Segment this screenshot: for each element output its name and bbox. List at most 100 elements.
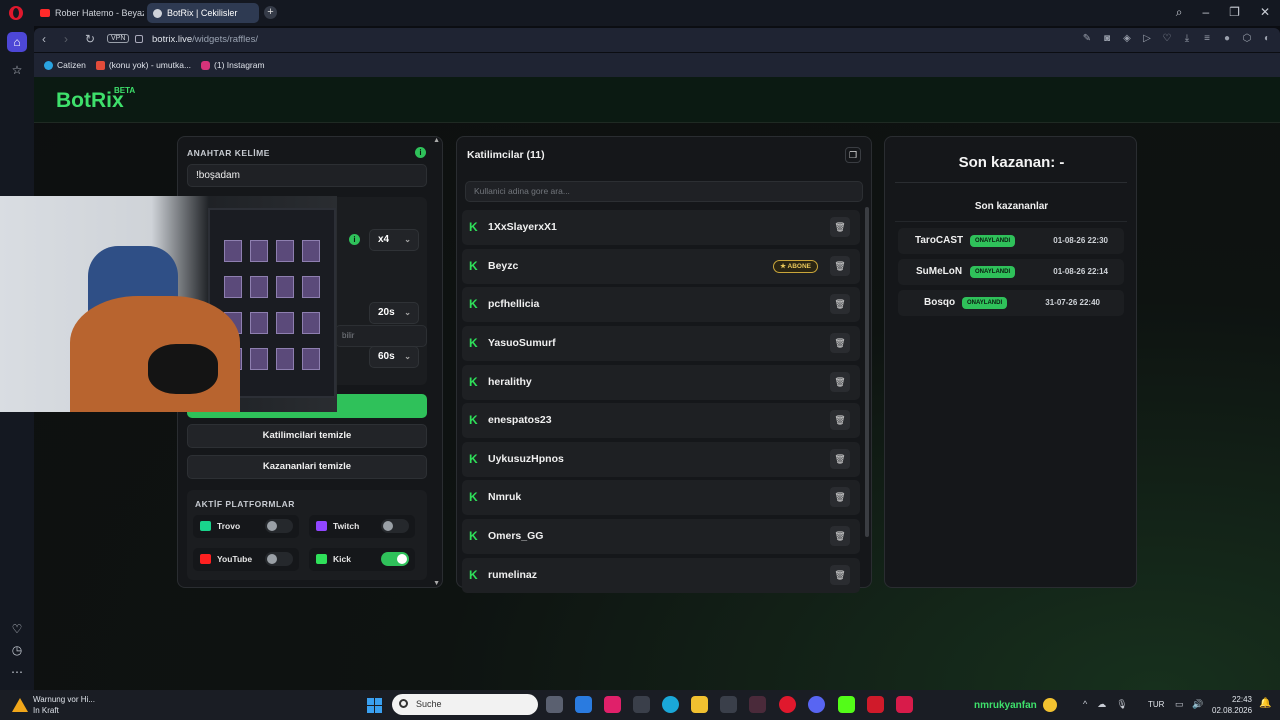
explorer-icon[interactable] bbox=[691, 696, 708, 713]
tab-youtube[interactable]: Rober Hatemo - Beyaz bbox=[34, 3, 144, 23]
editor-icon[interactable] bbox=[749, 696, 766, 713]
home-icon[interactable]: ⌂ bbox=[7, 32, 27, 52]
kick-icon: K bbox=[469, 529, 478, 543]
winner-name: SuMeLoN bbox=[916, 266, 963, 277]
trash-icon[interactable]: 🗑 bbox=[830, 565, 850, 585]
kick-icon: K bbox=[469, 568, 478, 582]
play-icon[interactable]: ▷ bbox=[1142, 33, 1152, 44]
opera-logo-icon[interactable] bbox=[9, 6, 23, 20]
shield-icon[interactable]: ◈ bbox=[1122, 33, 1132, 44]
copy-icon[interactable]: ❐ bbox=[845, 147, 861, 163]
trash-icon[interactable]: 🗑 bbox=[830, 526, 850, 546]
new-tab-button[interactable]: + bbox=[264, 6, 277, 19]
trash-icon[interactable]: 🗑 bbox=[830, 333, 850, 353]
trash-icon[interactable]: 🗑 bbox=[830, 294, 850, 314]
clear-participants-button[interactable]: Katilimcilari temizle bbox=[187, 424, 427, 448]
network-icon[interactable]: ☁ bbox=[1097, 699, 1106, 710]
app-icon[interactable] bbox=[720, 696, 737, 713]
option-input[interactable]: bilir bbox=[335, 325, 427, 347]
chevron-up-icon[interactable]: ^ bbox=[1083, 699, 1087, 710]
forward-icon[interactable]: › bbox=[64, 32, 68, 46]
trash-icon[interactable]: 🗑 bbox=[830, 256, 850, 276]
volume-icon[interactable]: 🔊 bbox=[1192, 699, 1203, 710]
extensions-icon[interactable]: ⬡ bbox=[1242, 33, 1252, 44]
clear-winners-button[interactable]: Kazananlari temizle bbox=[187, 455, 427, 479]
scroll-up-icon[interactable]: ▲ bbox=[433, 137, 440, 144]
menu-icon[interactable]: ≡ bbox=[1202, 33, 1212, 44]
bookmark-instagram[interactable]: (1) Instagram bbox=[201, 60, 265, 70]
participant-name: Omers_GG bbox=[488, 530, 544, 542]
display-icon[interactable]: ▭ bbox=[1175, 699, 1184, 710]
edge-icon[interactable] bbox=[662, 696, 679, 713]
platform-kick: Kick bbox=[309, 548, 415, 571]
trash-icon[interactable]: 🗑 bbox=[830, 410, 850, 430]
taskbar: Warnung vor Hi... In Kraft Suche nmrukya… bbox=[0, 690, 1280, 720]
windows-start-icon[interactable] bbox=[367, 698, 382, 713]
participants-scrollbar[interactable] bbox=[865, 207, 869, 537]
info-icon[interactable]: i bbox=[415, 147, 426, 158]
warning-icon[interactable] bbox=[12, 698, 28, 712]
bookmark-catizen[interactable]: Catizen bbox=[44, 60, 86, 70]
heart-icon[interactable]: ♡ bbox=[1162, 33, 1172, 44]
twitch-toggle[interactable] bbox=[381, 519, 409, 533]
restore-icon[interactable]: ❐ bbox=[1229, 5, 1240, 20]
trash-icon[interactable]: 🗑 bbox=[830, 449, 850, 469]
bookmark-gmail[interactable]: (konu yok) - umutka... bbox=[95, 60, 191, 70]
microphone-icon[interactable]: 🎙 bbox=[1116, 699, 1127, 710]
download-icon[interactable]: ⤓ bbox=[1182, 33, 1192, 44]
store-icon[interactable] bbox=[633, 696, 650, 713]
trovo-toggle[interactable] bbox=[265, 519, 293, 533]
youtube-toggle[interactable] bbox=[265, 552, 293, 566]
outlook-icon[interactable] bbox=[575, 696, 592, 713]
trash-icon[interactable]: 🗑 bbox=[830, 372, 850, 392]
minimize-icon[interactable]: – bbox=[1202, 5, 1209, 20]
profile-icon[interactable]: ● bbox=[1222, 33, 1232, 44]
bookmark-app-icon[interactable] bbox=[896, 696, 913, 713]
info-icon[interactable]: i bbox=[349, 234, 360, 245]
ai-icon[interactable]: ◐ bbox=[1262, 33, 1272, 44]
chevron-down-icon: ⌄ bbox=[404, 308, 411, 317]
list-item: K 1XxSlayerxX1 🗑 bbox=[462, 210, 860, 245]
taskbar-search-input[interactable]: Suche bbox=[392, 694, 538, 715]
winner-row: Bosqo ONAYLANDI 31-07-26 22:40 bbox=[898, 290, 1124, 316]
keyword-input[interactable]: !boşadam bbox=[187, 164, 427, 187]
kick-icon[interactable] bbox=[838, 696, 855, 713]
time: 22:43 bbox=[1231, 695, 1252, 704]
timer-select-2[interactable]: 60s ⌄ bbox=[369, 346, 419, 368]
participant-name: heralithy bbox=[488, 376, 532, 388]
search-icon[interactable]: ⌕ bbox=[1176, 5, 1183, 20]
tab-botrix[interactable]: BotRix | Cekilisler bbox=[147, 3, 259, 23]
scroll-down-icon[interactable]: ▼ bbox=[433, 580, 440, 587]
opera-icon[interactable] bbox=[779, 696, 796, 713]
edit-icon[interactable]: ✎ bbox=[1082, 33, 1092, 44]
kick-icon: K bbox=[469, 259, 478, 273]
url-field[interactable]: botrix.live/widgets/raffles/ bbox=[152, 34, 258, 45]
discord-icon[interactable] bbox=[808, 696, 825, 713]
more-icon[interactable]: ⋯ bbox=[7, 662, 27, 682]
history-icon[interactable]: ◷ bbox=[7, 640, 27, 660]
notification-icon[interactable]: 🔔 bbox=[1259, 698, 1271, 709]
participant-name: YasuoSumurf bbox=[488, 337, 556, 349]
back-icon[interactable]: ‹ bbox=[42, 32, 46, 46]
kick-toggle[interactable] bbox=[381, 552, 409, 566]
star-icon[interactable]: ☆ bbox=[7, 60, 27, 80]
multiplier-select[interactable]: x4 ⌄ bbox=[369, 229, 419, 251]
participant-search-input[interactable]: Kullanici adina gore ara... bbox=[465, 181, 863, 202]
timer-select-1[interactable]: 20s ⌄ bbox=[369, 302, 419, 324]
divider bbox=[895, 221, 1127, 222]
trash-icon[interactable]: 🗑 bbox=[830, 487, 850, 507]
trash-icon[interactable]: 🗑 bbox=[830, 217, 850, 237]
tiktok-icon[interactable] bbox=[604, 696, 621, 713]
vpn-badge[interactable]: VPN bbox=[107, 34, 130, 43]
language-indicator[interactable]: TUR bbox=[1148, 700, 1164, 709]
heart-icon[interactable]: ♡ bbox=[7, 619, 27, 639]
taskview-icon[interactable] bbox=[546, 696, 563, 713]
camera-icon[interactable]: ◙ bbox=[1102, 33, 1112, 44]
streaming-icon[interactable] bbox=[867, 696, 884, 713]
clock[interactable]: 22:43 02.08.2026 bbox=[1212, 694, 1252, 716]
weather-warning[interactable]: Warnung vor Hi... In Kraft bbox=[33, 694, 95, 716]
reload-icon[interactable]: ↻ bbox=[85, 32, 95, 46]
lock-icon[interactable] bbox=[135, 35, 143, 43]
list-item: K YasuoSumurf 🗑 bbox=[462, 326, 860, 361]
close-icon[interactable]: ✕ bbox=[1260, 5, 1270, 20]
